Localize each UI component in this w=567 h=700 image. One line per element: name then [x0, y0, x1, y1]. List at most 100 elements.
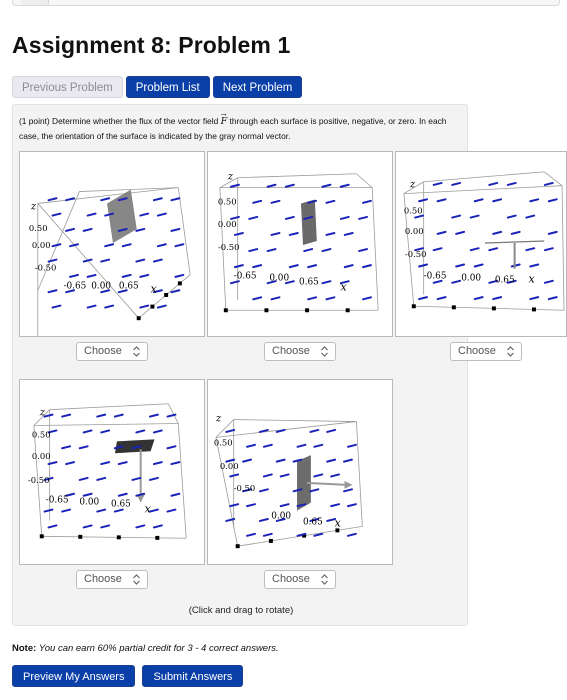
field-arrow — [358, 215, 369, 220]
flux-select-5[interactable]: Choose — [264, 570, 336, 589]
plot-2-canvas[interactable]: z x 0.50 0.00 -0.50 -0.65 0.00 0.65 — [208, 152, 392, 336]
plot-3-tick: -0.65 — [424, 272, 447, 282]
next-problem-button[interactable]: Next Problem — [212, 76, 303, 98]
plot-2-x-label: x — [341, 280, 347, 293]
field-arrow — [135, 258, 146, 263]
field-arrow — [246, 443, 256, 448]
field-arrow — [65, 461, 76, 466]
field-arrow — [78, 476, 89, 481]
field-arrow — [82, 429, 93, 434]
field-arrow — [330, 473, 341, 478]
previous-problem-button[interactable]: Previous Problem — [12, 76, 123, 98]
plot-box-edge — [168, 403, 179, 424]
axis-tick-mark — [451, 305, 456, 310]
field-arrow — [258, 518, 269, 522]
flux-select-4[interactable]: Choose — [76, 570, 148, 589]
field-arrow — [313, 473, 324, 478]
partial-credit-note: Note: You can earn 60% partial credit fo… — [12, 643, 279, 654]
plot-2-tick: 0.00 — [269, 274, 289, 284]
plot-box-edge — [355, 421, 363, 527]
field-arrow — [506, 181, 517, 186]
field-arrow — [43, 508, 54, 513]
field-arrow — [473, 296, 484, 301]
plot-1-canvas[interactable]: z x 0.50 0.00 -0.50 -0.65 0.00 0.65 — [20, 152, 204, 336]
problem-list-button[interactable]: Problem List — [125, 76, 210, 98]
plot-3-surface — [484, 240, 545, 244]
field-arrow — [488, 181, 499, 186]
field-arrow — [326, 458, 337, 463]
flux-select-2[interactable]: Choose — [264, 342, 336, 361]
preview-answers-button[interactable]: Preview My Answers — [12, 665, 136, 687]
field-arrow — [288, 232, 299, 236]
field-arrow — [229, 503, 240, 508]
field-arrow — [156, 304, 167, 309]
axis-tick-mark — [264, 308, 269, 313]
field-arrow — [252, 199, 263, 204]
field-arrow — [547, 230, 558, 235]
flux-select-3[interactable]: Choose — [450, 342, 522, 361]
field-arrow — [270, 232, 281, 236]
field-arrow — [96, 413, 107, 418]
field-arrow — [170, 289, 181, 294]
field-arrow — [529, 296, 540, 301]
plot-box-edge — [237, 173, 357, 179]
field-arrow — [47, 197, 58, 202]
plot-box-edge — [49, 403, 169, 411]
field-arrow — [246, 532, 256, 537]
toolbar-button[interactable] — [21, 0, 49, 5]
plot-2-z-label: z — [227, 172, 234, 183]
field-arrow — [296, 443, 307, 448]
problem-navigation: Previous Problem Problem List Next Probl… — [12, 76, 303, 98]
field-arrow — [248, 248, 259, 253]
field-arrow — [69, 273, 79, 278]
submit-answers-button[interactable]: Submit Answers — [142, 665, 244, 687]
field-arrow — [279, 503, 290, 508]
plot-1-tick: 0.65 — [119, 282, 139, 292]
plot-box-edge — [561, 185, 565, 311]
field-arrow — [510, 230, 521, 235]
surface-plot-1[interactable]: z x 0.50 0.00 -0.50 -0.65 0.00 0.65 — [19, 151, 205, 337]
chevron-up-down-icon — [507, 346, 514, 357]
field-arrow — [100, 461, 111, 466]
page-title: Assignment 8: Problem 1 — [12, 32, 291, 58]
field-arrow — [166, 508, 177, 513]
surface-plot-3[interactable]: z x 0.50 0.00 -0.50 -0.65 0.00 0.65 — [395, 151, 567, 337]
plot-4-canvas[interactable]: z x 0.50 0.00 -0.50 -0.65 0.00 0.65 — [20, 380, 204, 564]
plot-3-x-label: x — [528, 273, 534, 286]
field-arrow — [451, 181, 462, 186]
field-arrow — [492, 296, 503, 301]
chevron-up-down-icon — [133, 574, 140, 585]
plot-5-canvas[interactable]: z x 0.50 0.00 -0.50 0.00 0.65 — [208, 380, 392, 564]
flux-select-1[interactable]: Choose — [76, 342, 148, 361]
field-arrow — [451, 279, 462, 284]
plot-5-tick: 0.00 — [220, 461, 239, 471]
axis-tick-mark — [235, 544, 240, 549]
surface-plot-5[interactable]: z x 0.50 0.00 -0.50 0.00 0.65 — [207, 379, 393, 565]
field-arrow — [362, 199, 372, 204]
field-arrow — [82, 227, 93, 232]
field-arrow — [529, 263, 540, 268]
field-arrow — [339, 215, 350, 220]
surface-plot-2[interactable]: z x 0.50 0.00 -0.50 -0.65 0.00 0.65 — [207, 151, 393, 337]
prompt-text-before: (1 point) Determine whether the flux of … — [19, 116, 221, 126]
plot-box-edge — [423, 171, 545, 183]
plot-3-tick: -0.50 — [405, 249, 427, 259]
axis-tick-mark — [136, 316, 141, 321]
plot-1-tick: 0.00 — [32, 240, 51, 250]
field-arrow — [451, 214, 462, 219]
field-arrow — [69, 243, 79, 248]
axis-tick-mark — [116, 535, 121, 540]
surface-plot-4[interactable]: z x 0.50 0.00 -0.50 -0.65 0.00 0.65 — [19, 379, 205, 565]
field-arrow — [225, 428, 236, 433]
field-arrow — [152, 429, 163, 434]
plot-box-edge — [177, 187, 191, 275]
field-arrow — [543, 247, 554, 252]
field-arrow — [529, 198, 540, 203]
axis-tick-mark — [78, 534, 83, 539]
plot-3-canvas[interactable]: z x 0.50 0.00 -0.50 -0.65 0.00 0.65 — [396, 152, 566, 336]
field-arrow — [547, 198, 558, 203]
field-arrow — [455, 263, 466, 268]
plot-1-z-label: z — [30, 201, 37, 212]
field-arrow — [229, 473, 240, 478]
axis-tick-mark — [268, 538, 273, 543]
